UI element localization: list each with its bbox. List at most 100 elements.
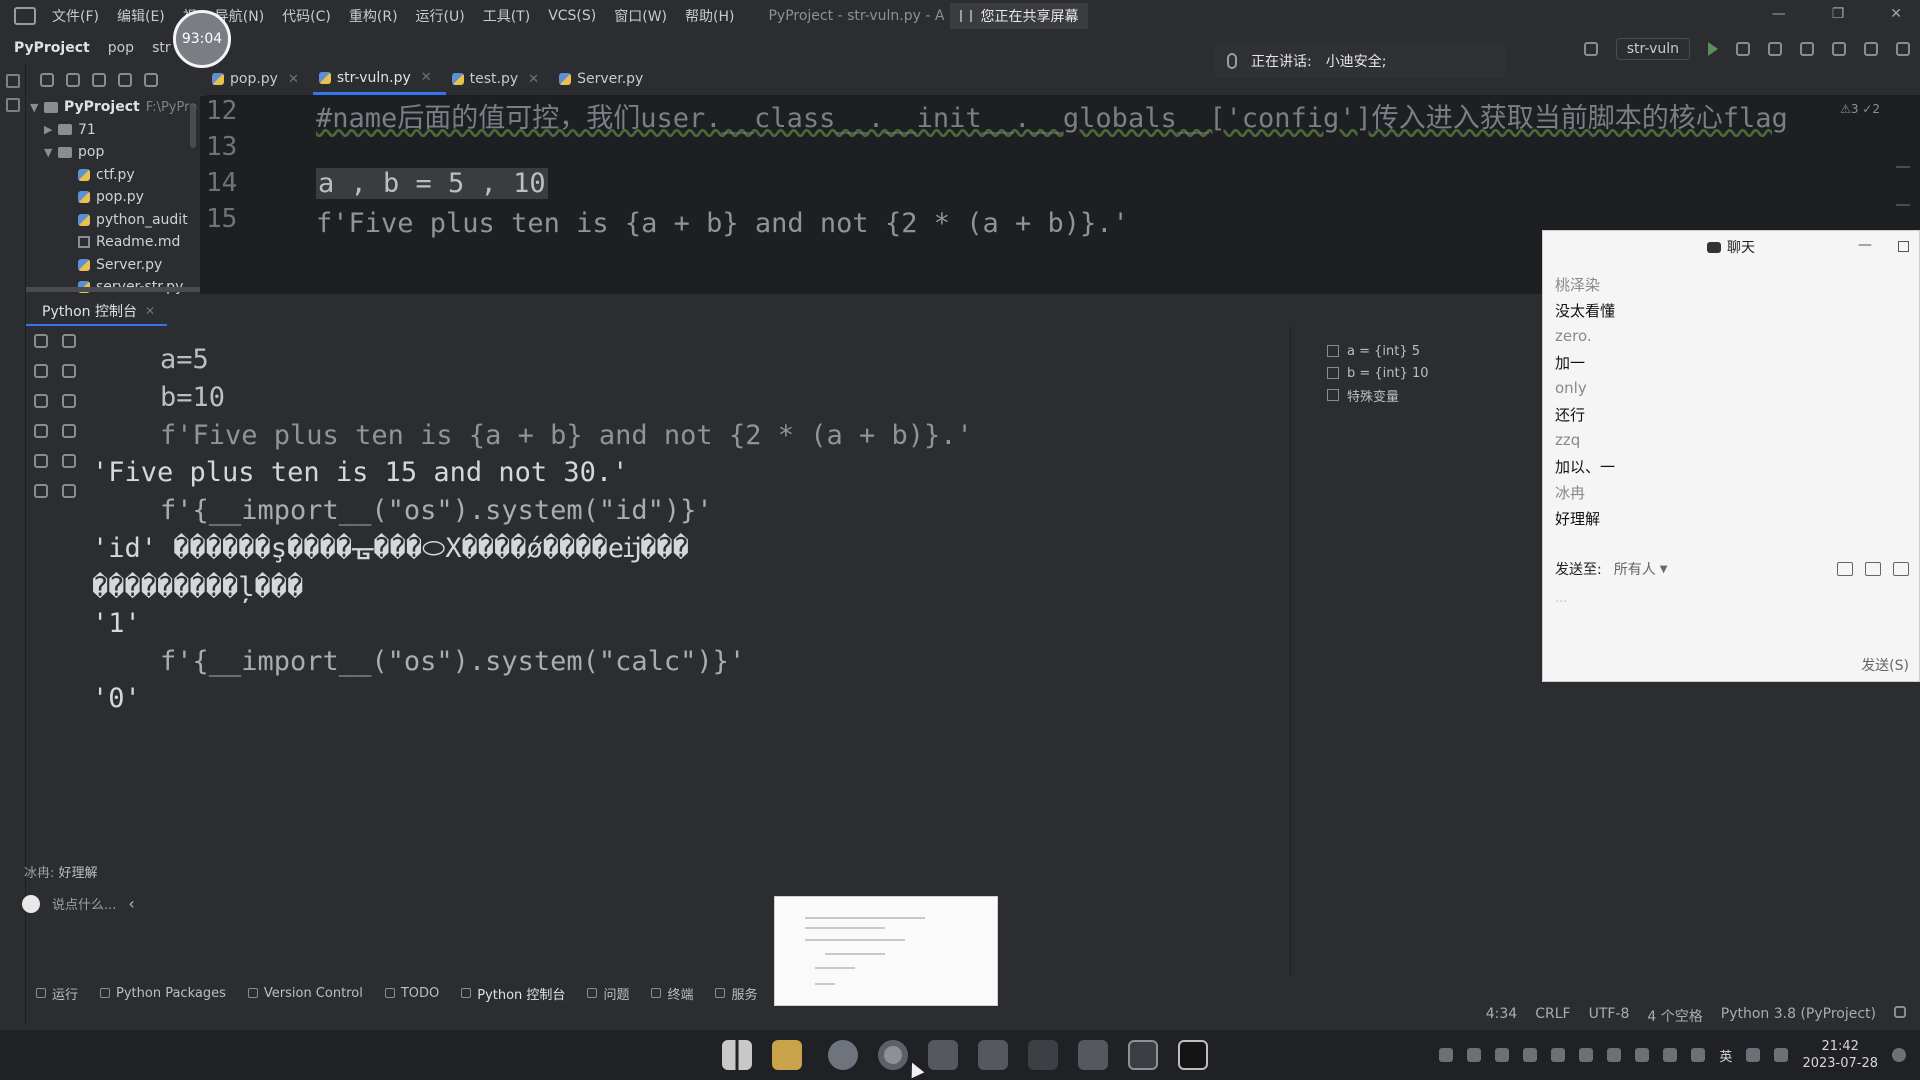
settings-icon[interactable] — [118, 73, 132, 87]
editor-scrollbar[interactable] — [1896, 166, 1910, 206]
edge-icon[interactable] — [828, 1040, 858, 1070]
maximize-icon[interactable] — [1898, 241, 1909, 252]
variable-row[interactable]: a = {int} 5 — [1291, 340, 1540, 362]
breadcrumb-folder[interactable]: pop — [108, 40, 134, 56]
menu-tools[interactable]: 工具(T) — [483, 6, 530, 26]
coverage-icon[interactable] — [1768, 42, 1782, 56]
project-view-icon[interactable] — [5, 74, 20, 88]
tree-item[interactable]: python_audit — [26, 209, 200, 232]
tab-server-py[interactable]: Server.py — [553, 63, 657, 95]
more-icon[interactable] — [62, 454, 76, 468]
tree-item[interactable]: ctf.py — [26, 164, 200, 187]
terminal-icon[interactable] — [1128, 1040, 1158, 1070]
menu-code[interactable]: 代码(C) — [282, 6, 331, 26]
tray-app-icon[interactable] — [1551, 1048, 1566, 1062]
tool-tab-version-control[interactable]: Version Control — [247, 986, 363, 1001]
tree-scrollbar[interactable] — [190, 104, 196, 148]
tray-app-icon[interactable] — [1467, 1048, 1482, 1062]
variable-row[interactable]: b = {int} 10 — [1291, 362, 1540, 384]
code-line-12[interactable]: #name后面的值可控，我们user.__class__.__init__.__… — [316, 96, 1788, 135]
chevron-right-icon[interactable]: ▶ — [44, 123, 58, 136]
minimize-icon[interactable]: — — [1858, 237, 1872, 253]
person-icon[interactable] — [1893, 562, 1909, 576]
locate-icon[interactable] — [40, 73, 54, 87]
tree-item[interactable]: ▶ 71 — [26, 119, 200, 142]
file-explorer-icon[interactable] — [772, 1040, 802, 1070]
menu-window[interactable]: 窗口(W) — [614, 6, 667, 26]
app-icon[interactable] — [1028, 1040, 1058, 1070]
photos-icon[interactable] — [978, 1040, 1008, 1070]
menu-refactor[interactable]: 重构(R) — [349, 6, 398, 26]
breadcrumb-project[interactable]: PyProject — [14, 40, 90, 56]
usb-icon[interactable] — [1663, 1048, 1678, 1062]
tree-horizontal-scrollbar[interactable] — [26, 287, 200, 292]
chevron-down-icon[interactable]: ▼ — [44, 146, 58, 159]
tray-app-icon[interactable] — [1439, 1048, 1454, 1062]
tree-item[interactable]: Readme.md — [26, 231, 200, 254]
menu-file[interactable]: 文件(F) — [52, 6, 99, 26]
tray-app-icon[interactable] — [1579, 1048, 1594, 1062]
scroll-end-icon[interactable] — [62, 364, 76, 378]
chevron-down-icon[interactable]: ▼ — [30, 101, 44, 114]
close-tab-icon[interactable]: ✕ — [145, 304, 155, 318]
run-icon[interactable] — [1708, 42, 1718, 56]
window-thumbnail[interactable] — [774, 896, 998, 1006]
input-language[interactable]: 英 — [1719, 1046, 1732, 1065]
tree-item[interactable]: Server.py — [26, 254, 200, 277]
close-tab-icon[interactable]: ✕ — [421, 70, 432, 85]
tray-app-icon[interactable] — [1495, 1048, 1510, 1062]
python-console-output[interactable]: a=5 b=10 f'Five plus ten is {a + b} and … — [86, 326, 1286, 976]
plugin-icon[interactable] — [1896, 42, 1910, 56]
rerun-icon[interactable] — [34, 334, 48, 348]
tree-item[interactable]: pop.py — [26, 186, 200, 209]
history-icon[interactable] — [62, 484, 76, 498]
close-icon[interactable]: ✕ — [1890, 6, 1902, 22]
tool-tab-python-packages[interactable]: Python Packages — [100, 986, 226, 1001]
network-icon[interactable] — [1746, 1048, 1761, 1062]
chat-input[interactable]: ... — [1555, 591, 1909, 641]
close-tab-icon[interactable]: ✕ — [288, 72, 299, 87]
menu-edit[interactable]: 编辑(E) — [117, 6, 165, 26]
search-icon[interactable] — [1832, 42, 1846, 56]
menu-help[interactable]: 帮助(H) — [685, 6, 734, 26]
chevron-down-icon[interactable]: ▼ — [1660, 564, 1668, 575]
app-icon[interactable] — [928, 1040, 958, 1070]
comment-input[interactable]: 说点什么... — [52, 894, 116, 913]
tool-tab-run[interactable]: 运行 — [36, 984, 78, 1003]
debug-icon[interactable] — [1736, 42, 1750, 56]
microphone-icon[interactable] — [1691, 1048, 1706, 1062]
run-config-select[interactable]: str-vuln — [1615, 38, 1690, 60]
volume-icon[interactable] — [1774, 1048, 1789, 1062]
code-line-14[interactable]: a , b = 5 , 10 — [316, 168, 548, 199]
chevron-left-icon[interactable]: ‹ — [128, 894, 134, 913]
tool-tab-python-console[interactable]: Python 控制台 — [461, 984, 565, 1003]
indent-setting[interactable]: 4 个空格 — [1647, 1006, 1702, 1028]
notification-icon[interactable] — [1892, 1048, 1906, 1062]
user-icon[interactable] — [1583, 42, 1598, 56]
pycharm-icon[interactable] — [1178, 1040, 1208, 1070]
screenshot-icon[interactable] — [1865, 562, 1881, 576]
chrome-icon[interactable] — [878, 1040, 908, 1070]
debug-icon[interactable] — [34, 424, 48, 438]
show-variables-icon[interactable] — [62, 424, 76, 438]
collapse-all-icon[interactable] — [92, 73, 106, 87]
tab-test-py[interactable]: test.py ✕ — [446, 63, 553, 95]
stop-icon[interactable] — [34, 364, 48, 378]
expand-all-icon[interactable] — [66, 73, 80, 87]
gear-icon[interactable] — [1864, 42, 1878, 56]
emoji-icon[interactable] — [22, 894, 40, 913]
gear-icon[interactable] — [34, 454, 48, 468]
send-to-select[interactable]: 所有人 — [1614, 559, 1656, 579]
tray-app-icon[interactable] — [1607, 1048, 1622, 1062]
tool-tab-problems[interactable]: 问题 — [587, 984, 629, 1003]
tool-tab-services[interactable]: 服务 — [715, 984, 757, 1003]
breadcrumb-file[interactable]: str — [152, 40, 171, 56]
lock-icon[interactable] — [1894, 1006, 1906, 1018]
menu-vcs[interactable]: VCS(S) — [548, 8, 596, 24]
tray-app-icon[interactable] — [1635, 1048, 1650, 1062]
file-icon[interactable] — [1837, 562, 1853, 576]
tree-item[interactable]: ▼ pop — [26, 141, 200, 164]
line-separator[interactable]: CRLF — [1535, 1006, 1570, 1028]
structure-icon[interactable] — [5, 98, 20, 112]
cursor-position[interactable]: 4:34 — [1486, 1006, 1517, 1028]
